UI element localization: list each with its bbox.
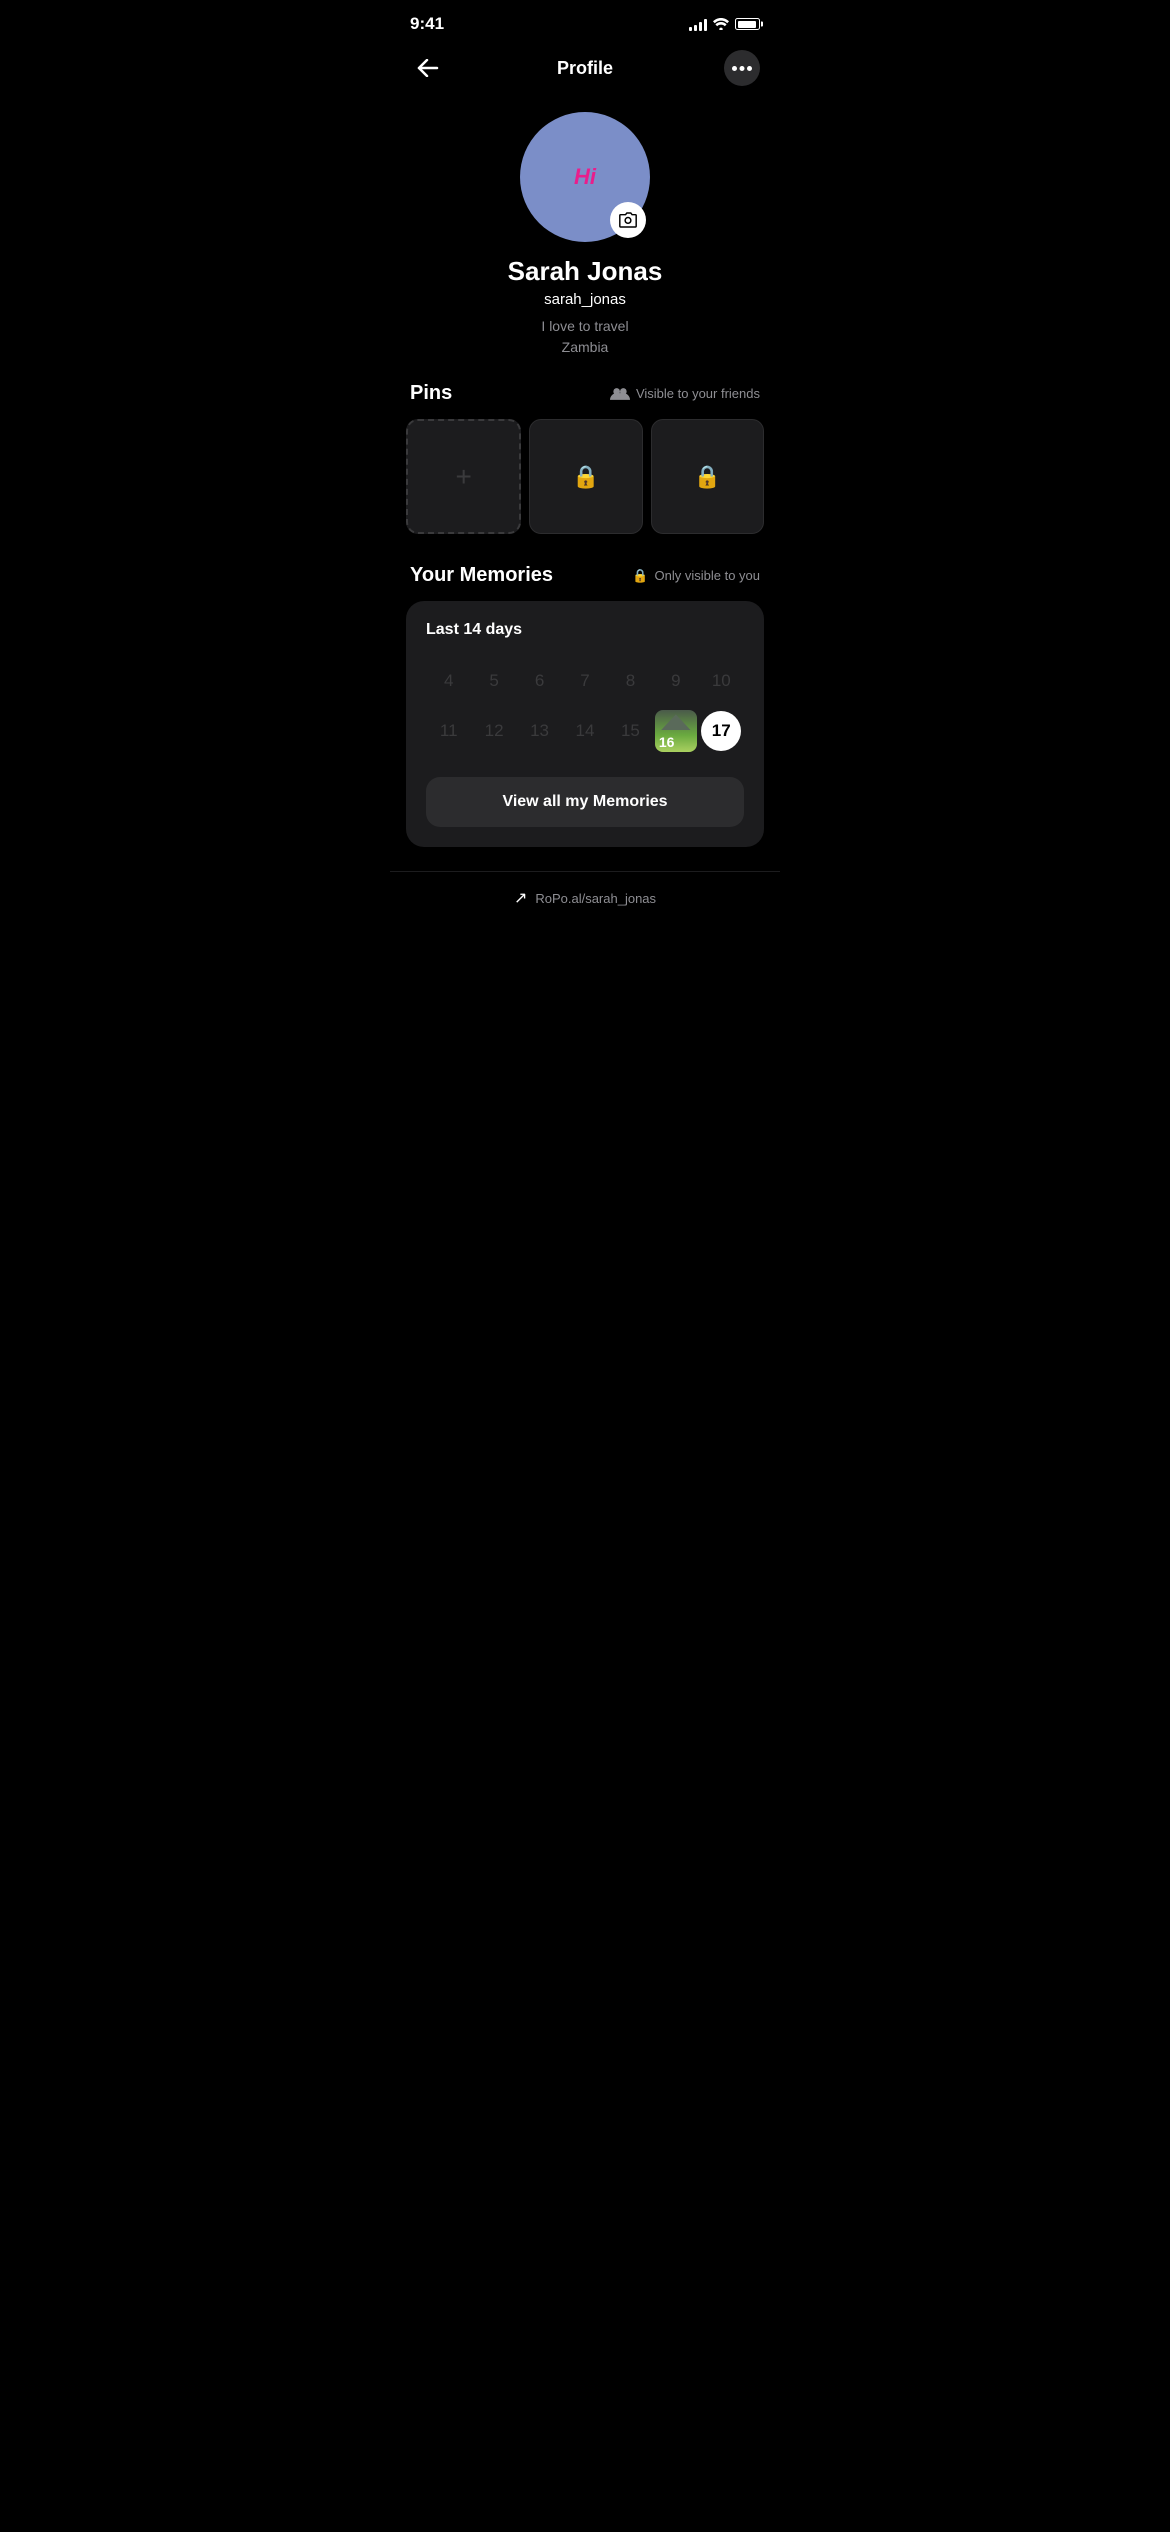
memories-section: Last 14 days 4 5 6 7 8 9 10 11 12 13 14 … [390, 601, 780, 863]
lock-icon: 🔒 [632, 568, 648, 584]
cal-day-17-today[interactable]: 17 [699, 709, 744, 753]
add-pin-button[interactable]: + [406, 419, 521, 534]
status-icons [689, 17, 760, 31]
cal-day-7[interactable]: 7 [562, 659, 607, 703]
cal-day-13[interactable]: 13 [517, 709, 562, 753]
cal-day-9[interactable]: 9 [653, 659, 698, 703]
memories-period: Last 14 days [426, 621, 744, 639]
cal-day-5[interactable]: 5 [471, 659, 516, 703]
memory-thumbnail: 16 [655, 710, 697, 752]
battery-icon [735, 18, 760, 30]
profile-url: RoPo.al/sarah_jonas [535, 891, 656, 906]
profile-name: Sarah Jonas [508, 256, 663, 287]
cal-day-15[interactable]: 15 [608, 709, 653, 753]
today-indicator: 17 [701, 711, 741, 751]
back-button[interactable] [410, 50, 446, 86]
memories-visibility: 🔒 Only visible to you [632, 568, 760, 584]
memories-title: Your Memories [410, 564, 553, 587]
status-bar: 9:41 [390, 0, 780, 40]
plus-icon: + [455, 461, 471, 493]
lock-icon: 🔒 [694, 464, 721, 490]
cal-day-6[interactable]: 6 [517, 659, 562, 703]
cal-day-8[interactable]: 8 [608, 659, 653, 703]
pin-tile-1[interactable]: 🔒 [529, 419, 642, 534]
bottom-bar: ↗ RoPo.al/sarah_jonas [390, 871, 780, 924]
more-button[interactable] [724, 50, 760, 86]
status-time: 9:41 [410, 14, 444, 34]
calendar-grid: 4 5 6 7 8 9 10 11 12 13 14 15 16 1 [426, 659, 744, 753]
cal-day-16-memory[interactable]: 16 [653, 709, 698, 753]
profile-bio: I love to travel Zambia [541, 316, 628, 358]
signal-icon [689, 17, 707, 31]
memory-day-number: 16 [659, 734, 675, 750]
share-icon: ↗ [514, 888, 527, 908]
edit-avatar-button[interactable] [610, 202, 646, 238]
cal-day-4[interactable]: 4 [426, 659, 471, 703]
cal-day-12[interactable]: 12 [471, 709, 516, 753]
avatar-section: Hi Sarah Jonas sarah_jonas I love to tra… [390, 102, 780, 382]
wifi-icon [713, 18, 729, 30]
memories-card: Last 14 days 4 5 6 7 8 9 10 11 12 13 14 … [406, 601, 764, 847]
cal-day-11[interactable]: 11 [426, 709, 471, 753]
view-all-memories-button[interactable]: View all my Memories [426, 777, 744, 827]
cal-day-14[interactable]: 14 [562, 709, 607, 753]
cal-day-10[interactable]: 10 [699, 659, 744, 703]
pin-tile-2[interactable]: 🔒 [651, 419, 764, 534]
profile-username: sarah_jonas [544, 291, 626, 308]
pins-header: Pins Visible to your friends [390, 382, 780, 419]
pins-visibility: Visible to your friends [610, 386, 760, 401]
top-nav: Profile [390, 40, 780, 102]
lock-icon: 🔒 [572, 464, 599, 490]
pins-grid: + 🔒 🔒 [390, 419, 780, 534]
memories-header: Your Memories 🔒 Only visible to you [390, 564, 780, 601]
page-title: Profile [557, 58, 613, 79]
pins-title: Pins [410, 382, 452, 405]
avatar-text: Hi [574, 164, 596, 190]
avatar-wrapper: Hi [520, 112, 650, 242]
